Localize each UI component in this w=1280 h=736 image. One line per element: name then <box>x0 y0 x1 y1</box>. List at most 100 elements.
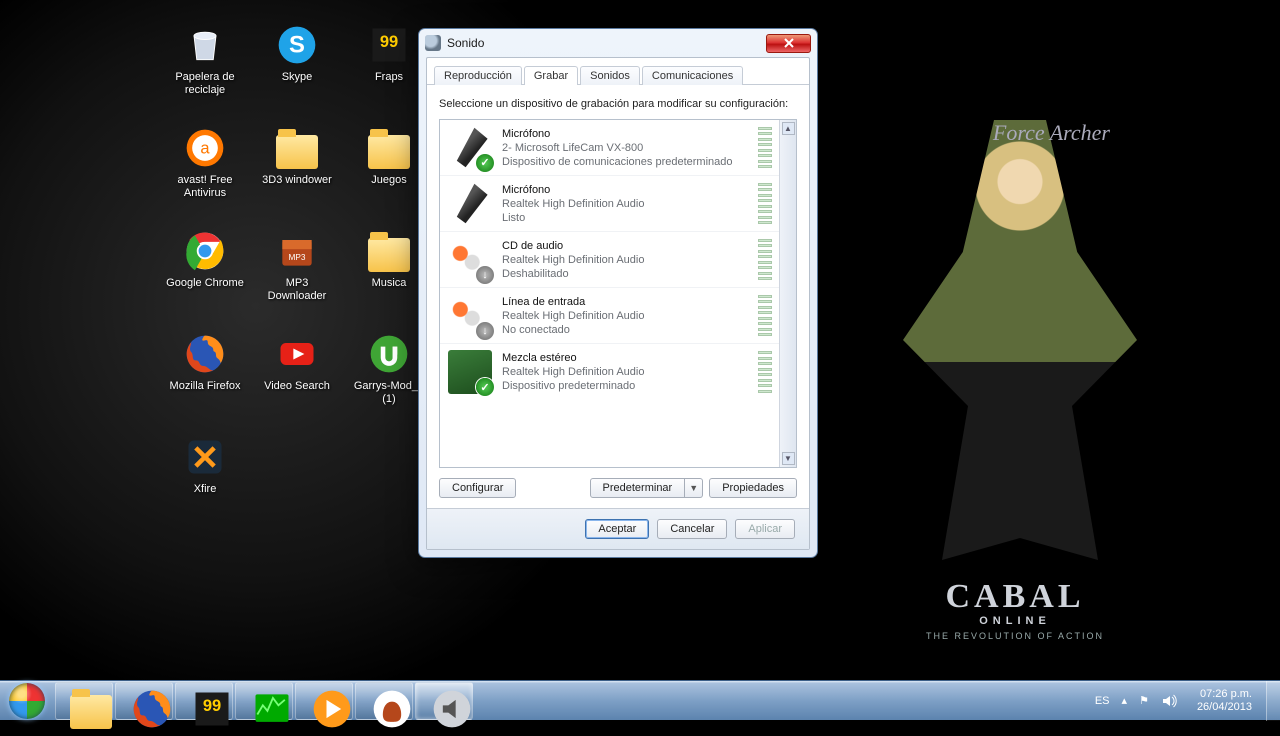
desktop-icon-firefox[interactable]: Mozilla Firefox <box>160 331 250 426</box>
level-meter <box>758 295 772 337</box>
start-button[interactable] <box>0 681 54 721</box>
device-name: Micrófono <box>502 127 758 141</box>
desktop-icon-label: Video Search <box>264 380 330 393</box>
device-name: Micrófono <box>502 183 758 197</box>
device-list[interactable]: ✓ Micrófono 2- Microsoft LifeCam VX-800 … <box>439 119 797 468</box>
sound-icon <box>430 687 458 715</box>
musica-icon <box>366 228 412 274</box>
desktop-icon-xfire[interactable]: Xfire <box>160 434 250 529</box>
set-default-combo[interactable]: Predeterminar ▼ <box>590 478 704 498</box>
tray-clock[interactable]: 07:26 p.m. 26/04/2013 <box>1189 688 1260 714</box>
chrome-icon <box>182 228 228 274</box>
tray-chevron-icon[interactable]: ▴ <box>1122 694 1128 707</box>
ok-button[interactable]: Aceptar <box>585 519 649 539</box>
svg-text:MP3: MP3 <box>289 253 306 262</box>
explorer-icon <box>70 687 98 715</box>
close-button[interactable] <box>766 34 811 53</box>
device-status: Listo <box>502 211 758 225</box>
wmp-icon <box>310 687 338 715</box>
device-desc: Realtek High Definition Audio <box>502 253 758 267</box>
desktop-icon-mp3[interactable]: MP3 MP3 Downloader <box>252 228 342 323</box>
set-default-button[interactable]: Predeterminar <box>590 478 686 498</box>
device-desc: 2- Microsoft LifeCam VX-800 <box>502 141 758 155</box>
desktop-icon-label: MP3 Downloader <box>255 277 339 303</box>
tab-sonidos[interactable]: Sonidos <box>580 66 640 85</box>
wallpaper-sub: ONLINE <box>885 614 1145 629</box>
desktop-icon-label: Skype <box>282 71 313 84</box>
scrollbar[interactable]: ▲ ▼ <box>779 120 796 467</box>
device-row[interactable]: Micrófono Realtek High Definition Audio … <box>440 176 796 232</box>
tray-time: 07:26 p.m. <box>1197 688 1252 701</box>
desktop-icon-3d3[interactable]: 3D3 windower <box>252 125 342 220</box>
taskbar-app-catcher[interactable] <box>355 682 413 720</box>
desktop-icon-chrome[interactable]: Google Chrome <box>160 228 250 323</box>
xfire-icon <box>182 434 228 480</box>
disabled-icon: ↓ <box>476 322 494 340</box>
desktop-icons-grid: Papelera de reciclajeS Skype99 Frapsa av… <box>160 22 434 529</box>
rca-icon: ↓ <box>448 238 492 282</box>
taskbar-app-fraps[interactable]: 99 <box>175 682 233 720</box>
configure-button[interactable]: Configurar <box>439 478 516 498</box>
skype-icon: S <box>274 22 320 68</box>
device-row[interactable]: ✓ Micrófono 2- Microsoft LifeCam VX-800 … <box>440 120 796 176</box>
catcher-icon <box>370 687 398 715</box>
sound-dialog: Sonido ReproducciónGrabarSonidosComunica… <box>418 28 818 558</box>
device-row[interactable]: ✓ Mezcla estéreo Realtek High Definition… <box>440 344 796 400</box>
device-desc: Realtek High Definition Audio <box>502 197 758 211</box>
desktop-icon-label: Musica <box>372 277 407 290</box>
svg-text:99: 99 <box>203 696 221 714</box>
scroll-down-icon[interactable]: ▼ <box>782 452 795 465</box>
device-row[interactable]: ↓ Línea de entrada Realtek High Definiti… <box>440 288 796 344</box>
close-icon <box>784 38 794 48</box>
panel-instruction: Seleccione un dispositivo de grabación p… <box>439 97 797 111</box>
tab-grabar[interactable]: Grabar <box>524 66 578 85</box>
device-status: Deshabilitado <box>502 267 758 281</box>
cancel-button[interactable]: Cancelar <box>657 519 727 539</box>
wallpaper-caption: Force Archer <box>993 120 1110 146</box>
mic-icon <box>448 182 492 226</box>
svg-text:99: 99 <box>380 33 398 51</box>
tab-reproducción[interactable]: Reproducción <box>434 66 522 85</box>
level-meter <box>758 351 772 393</box>
properties-button[interactable]: Propiedades <box>709 478 797 498</box>
mp3-icon: MP3 <box>274 228 320 274</box>
device-name: CD de audio <box>502 239 758 253</box>
titlebar[interactable]: Sonido <box>419 29 817 57</box>
tray-volume-icon[interactable] <box>1161 693 1177 709</box>
tray-lang[interactable]: ES <box>1095 695 1110 707</box>
tray-flag-icon[interactable]: ⚑ <box>1139 694 1149 707</box>
taskbar[interactable]: 99 ES ▴ ⚑ 07:26 p.m. 26/04/2013 <box>0 680 1280 720</box>
desktop-icon-label: Google Chrome <box>166 277 244 290</box>
scroll-up-icon[interactable]: ▲ <box>782 122 795 135</box>
show-desktop-button[interactable] <box>1266 681 1280 721</box>
desktop-icon-recycle[interactable]: Papelera de reciclaje <box>160 22 250 117</box>
taskmgr-icon <box>250 687 278 715</box>
taskbar-app-wmp[interactable] <box>295 682 353 720</box>
apply-button[interactable]: Aplicar <box>735 519 795 539</box>
desktop-icon-label: Xfire <box>194 483 217 496</box>
mic-icon: ✓ <box>448 126 492 170</box>
device-status: Dispositivo de comunicaciones predetermi… <box>502 155 758 169</box>
tab-comunicaciones[interactable]: Comunicaciones <box>642 66 743 85</box>
device-row[interactable]: ↓ CD de audio Realtek High Definition Au… <box>440 232 796 288</box>
level-meter <box>758 239 772 281</box>
taskbar-app-taskmgr[interactable] <box>235 682 293 720</box>
desktop-icon-avast[interactable]: a avast! Free Antivirus <box>160 125 250 220</box>
taskbar-app-sound[interactable] <box>415 682 473 720</box>
device-status: No conectado <box>502 323 758 337</box>
wallpaper-tag: THE REVOLUTION OF ACTION <box>885 629 1145 643</box>
card-icon: ✓ <box>448 350 492 394</box>
sound-icon <box>425 35 441 51</box>
taskbar-app-firefox[interactable] <box>115 682 173 720</box>
desktop-icon-label: Fraps <box>375 71 403 84</box>
desktop-icon-label: avast! Free Antivirus <box>163 174 247 200</box>
desktop[interactable]: Force Archer CABAL ONLINE THE REVOLUTION… <box>0 0 1280 680</box>
vsearch-icon <box>274 331 320 377</box>
desktop-icon-vsearch[interactable]: Video Search <box>252 331 342 426</box>
taskbar-app-explorer[interactable] <box>55 682 113 720</box>
recycle-icon <box>182 22 228 68</box>
desktop-icon-skype[interactable]: S Skype <box>252 22 342 117</box>
system-tray[interactable]: ES ▴ ⚑ 07:26 p.m. 26/04/2013 <box>1089 688 1266 714</box>
chevron-down-icon[interactable]: ▼ <box>685 478 703 498</box>
check-icon: ✓ <box>476 378 494 396</box>
